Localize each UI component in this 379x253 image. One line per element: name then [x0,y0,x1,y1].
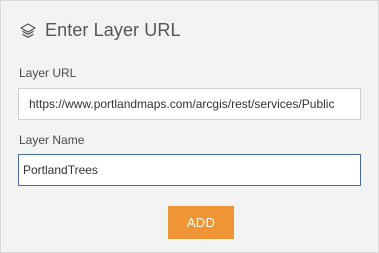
enter-layer-url-panel: Enter Layer URL Layer URL Layer Name ADD [0,0,379,253]
layer-name-input[interactable] [18,154,361,186]
layer-name-label: Layer Name [19,133,85,147]
layer-url-input[interactable] [18,88,361,120]
panel-title: Enter Layer URL [45,20,181,40]
layers-icon [19,22,37,40]
add-button[interactable]: ADD [168,206,234,239]
layer-url-label: Layer URL [19,66,77,80]
panel-header: Enter Layer URL [19,20,181,41]
